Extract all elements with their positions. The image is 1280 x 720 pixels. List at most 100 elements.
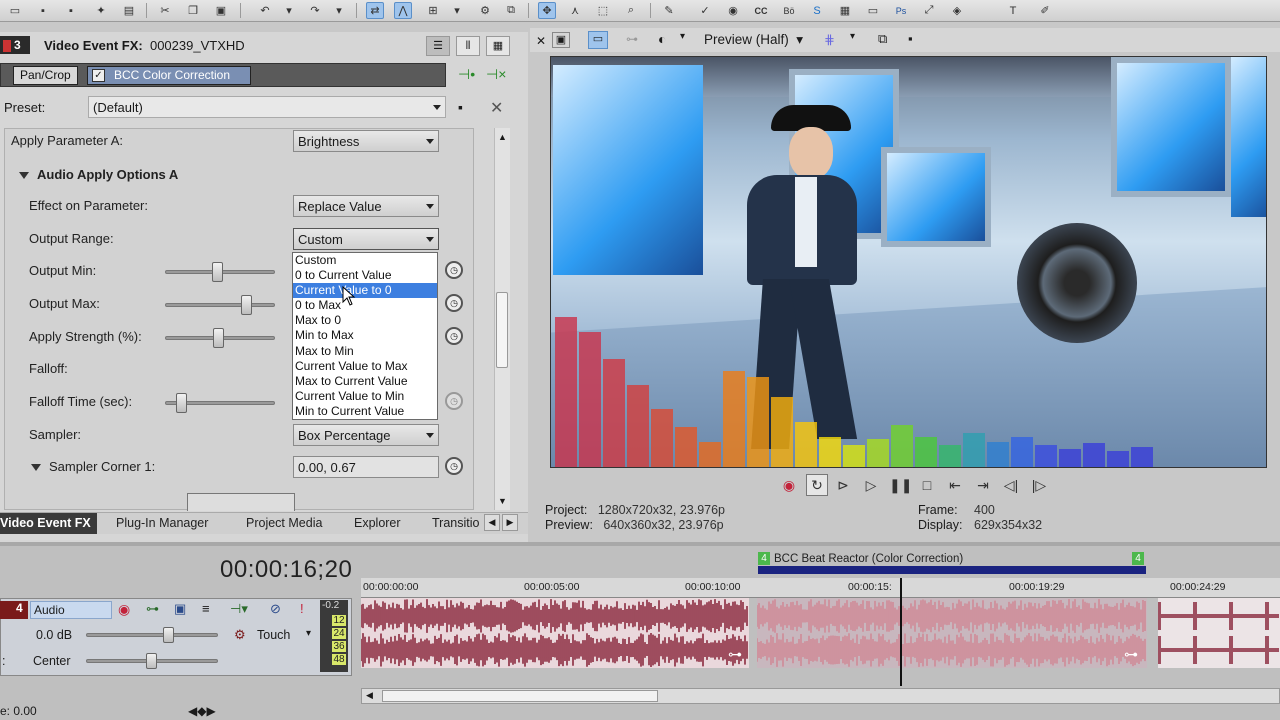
pencil-icon[interactable]: ✐ — [1036, 2, 1054, 19]
option-max-to-min[interactable]: Max to Min — [293, 344, 437, 359]
auto-crossfade-icon[interactable]: ⋀ — [394, 2, 412, 19]
remove-plugin-icon[interactable]: ⊣× — [486, 66, 506, 83]
timeline-scrollbar[interactable]: ◀ — [361, 688, 1280, 704]
checkbox-icon[interactable]: ✓ — [92, 69, 105, 82]
preset-dropdown[interactable]: (Default) — [88, 96, 446, 118]
apply-strength-thumb[interactable] — [213, 328, 224, 348]
undo-dropdown-icon[interactable]: ▾ — [280, 2, 298, 19]
s-icon[interactable]: S — [808, 2, 826, 19]
previous-frame-icon[interactable]: ◁| — [1000, 474, 1022, 496]
split-screen-icon[interactable]: ◐ — [658, 31, 666, 47]
arm-record-icon[interactable]: ◉ — [118, 601, 130, 618]
play-icon[interactable]: ▷ — [860, 474, 882, 496]
chain-item-bcc-color-correction[interactable]: ✓ BCC Color Correction — [87, 66, 251, 85]
pattern-icon[interactable]: ◈ — [948, 2, 966, 19]
collapse-triangle-icon[interactable] — [19, 172, 29, 180]
copy-icon[interactable]: ❐ — [184, 2, 202, 19]
automation-mode[interactable]: Touch — [257, 628, 290, 642]
tab-explorer[interactable]: Explorer — [354, 516, 401, 530]
scroll-up-icon[interactable]: ▲ — [498, 132, 507, 142]
track-motion-icon[interactable]: ▣ — [174, 601, 186, 617]
stop-icon[interactable]: □ — [916, 474, 938, 496]
render-icon[interactable]: ✦ — [92, 2, 110, 19]
event-region-bar[interactable] — [758, 566, 1146, 574]
sampler-dropdown[interactable]: Box Percentage — [293, 424, 439, 446]
expand-icon[interactable]: ⤢ — [920, 2, 938, 19]
preview-quality-dropdown[interactable]: Preview (Half) ▾ — [704, 32, 803, 48]
view-columns-button[interactable]: ⫴ — [456, 36, 480, 56]
loop-icon[interactable]: ↻ — [806, 474, 828, 496]
tab-scroll-right-icon[interactable]: ▶ — [502, 514, 518, 531]
audio-clip-1[interactable] — [361, 598, 749, 668]
ignore-grouping-icon[interactable]: ⧉ — [502, 2, 520, 19]
mute-icon[interactable]: ⊘ — [270, 601, 281, 617]
apply-strength-slider[interactable] — [165, 328, 275, 348]
output-max-keyframe-icon[interactable]: ◷ — [445, 294, 463, 312]
save-icon[interactable]: ▪ — [34, 2, 52, 19]
play-from-start-icon[interactable]: ⊳ — [832, 474, 854, 496]
option-custom[interactable]: Custom — [293, 253, 437, 268]
automation-gear-icon[interactable]: ⚙ — [234, 627, 246, 643]
text-icon[interactable]: T — [1004, 2, 1022, 19]
media-icon[interactable]: ◉ — [724, 2, 742, 19]
fx-icon[interactable]: ✓ — [696, 2, 714, 19]
solo-icon[interactable]: ! — [300, 601, 304, 616]
save-preset-icon[interactable]: ▪ — [458, 99, 463, 115]
selection-tool-icon[interactable]: ⬚ — [594, 2, 612, 19]
save-as-icon[interactable]: ▪ — [62, 2, 80, 19]
view-grid-button[interactable]: ▦ — [486, 36, 510, 56]
next-frame-icon[interactable]: |▷ — [1028, 474, 1050, 496]
output-min-keyframe-icon[interactable]: ◷ — [445, 261, 463, 279]
go-to-start-icon[interactable]: ⇤ — [944, 474, 966, 496]
output-min-slider[interactable] — [165, 262, 275, 282]
cc-icon[interactable]: CC — [752, 2, 770, 19]
pause-icon[interactable]: ❚❚ — [888, 474, 912, 496]
external-monitor-icon[interactable]: ▭ — [588, 31, 608, 49]
photoshop-icon[interactable]: Ps — [892, 2, 910, 19]
event-marker-start[interactable]: 4 — [758, 552, 770, 565]
tab-plugin-manager[interactable]: Plug-In Manager — [116, 516, 208, 530]
normal-edit-tool-icon[interactable]: ✥ — [538, 2, 556, 19]
overlay-dropdown-icon[interactable]: ▾ — [850, 31, 855, 42]
plugin-chain-icon[interactable]: ⊣• — [458, 66, 475, 83]
audio-clip-3[interactable] — [1158, 598, 1280, 668]
output-max-thumb[interactable] — [241, 295, 252, 315]
open-folder-icon[interactable]: ▭ — [6, 2, 24, 19]
track-envelope-icon[interactable]: ⊣▾ — [230, 601, 248, 617]
frame-icon[interactable]: ▭ — [864, 2, 882, 19]
record-icon[interactable]: ◉ — [778, 474, 800, 496]
chain-item-pan-crop[interactable]: Pan/Crop — [13, 66, 78, 85]
sampler-corner-field[interactable]: 0.00, 0.67 — [293, 456, 439, 478]
option-max-to-current[interactable]: Max to Current Value — [293, 374, 437, 389]
splitter[interactable] — [0, 542, 1280, 546]
snapping-icon[interactable]: ⊞ — [424, 2, 442, 19]
undo-icon[interactable]: ↶ — [256, 2, 274, 19]
track-fx-icon[interactable]: ⊶ — [146, 601, 159, 617]
redo-icon[interactable]: ↷ — [306, 2, 324, 19]
save-snapshot-icon[interactable]: ▪ — [908, 31, 913, 46]
output-min-thumb[interactable] — [212, 262, 223, 282]
automation-dropdown-icon[interactable]: ▾ — [306, 628, 311, 639]
collapse-triangle-icon[interactable] — [31, 464, 41, 472]
overlay-grid-icon[interactable]: ⋕ — [824, 32, 835, 48]
pan-slider[interactable] — [86, 653, 218, 669]
option-current-to-max[interactable]: Current Value to Max — [293, 359, 437, 374]
option-min-to-max[interactable]: Min to Max — [293, 328, 437, 343]
video-preview[interactable] — [550, 56, 1267, 468]
cut-icon[interactable]: ✂ — [156, 2, 174, 19]
split-dropdown-icon[interactable]: ▾ — [680, 31, 685, 42]
timeline-scroll-thumb[interactable] — [382, 690, 658, 702]
zoom-handle-icon[interactable]: ◀◆▶ — [188, 704, 216, 718]
zoom-tool-icon[interactable]: ⌕ — [622, 2, 640, 19]
falloff-time-keyframe-icon[interactable]: ◷ — [445, 392, 463, 410]
pin-icon[interactable]: ✕ — [536, 34, 546, 48]
scroll-left-icon[interactable]: ◀ — [366, 690, 373, 701]
properties-icon[interactable]: ▤ — [120, 2, 138, 19]
audio-options-heading[interactable]: Audio Apply Options A — [19, 167, 178, 182]
option-0-to-max[interactable]: 0 to Max — [293, 298, 437, 313]
option-max-to-0[interactable]: Max to 0 — [293, 313, 437, 328]
event-marker-end[interactable]: 4 — [1132, 552, 1144, 565]
sampler-corner-keyframe-icon[interactable]: ◷ — [445, 457, 463, 475]
pan-thumb[interactable] — [146, 653, 157, 669]
view-list-button[interactable]: ☰ — [426, 36, 450, 56]
